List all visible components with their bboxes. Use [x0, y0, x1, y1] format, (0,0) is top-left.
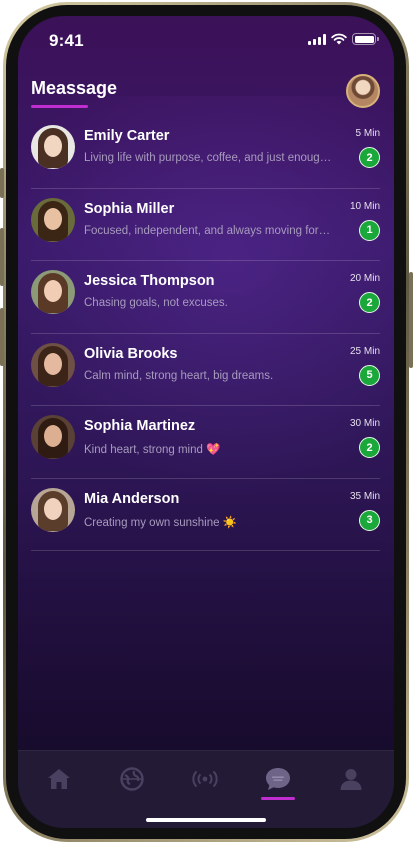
contact-name: Emily Carter	[84, 128, 170, 144]
contact-name: Sophia Martinez	[84, 418, 196, 434]
avatar	[31, 342, 75, 387]
message-preview: Kind heart, strong mind 💖	[84, 444, 221, 456]
message-item-emily-carter[interactable]: Emily Carter Living life with purpose, c…	[31, 116, 380, 189]
cellular-signal-icon	[308, 33, 326, 45]
avatar	[31, 197, 75, 242]
message-list: Emily Carter Living life with purpose, c…	[31, 116, 380, 551]
message-preview: Living life with purpose, coffee, and ju…	[84, 152, 334, 164]
message-time: 35 Min	[349, 490, 380, 502]
volume-up-button	[0, 228, 4, 286]
message-preview: Focused, independent, and always moving …	[84, 224, 334, 237]
volume-down-button	[0, 308, 4, 366]
page-title: Meassage	[31, 78, 118, 98]
live-broadcast-icon	[192, 770, 218, 788]
unread-badge: 3	[359, 509, 380, 531]
bottom-nav	[18, 750, 394, 828]
title-underline	[31, 105, 88, 108]
unread-badge: 1	[359, 219, 380, 241]
message-preview: Chasing goals, not excuses.	[84, 297, 228, 309]
contact-name: Olivia Brooks	[84, 345, 178, 362]
message-time: 5 Min	[355, 128, 380, 139]
message-time: 20 Min	[349, 273, 380, 284]
avatar	[31, 487, 75, 532]
globe-icon	[120, 767, 144, 791]
status-bar: 9:41	[18, 16, 394, 64]
message-item-mia-anderson[interactable]: Mia Anderson Creating my own sunshine ☀️…	[31, 479, 380, 551]
app-screen: 9:41 Meassage Emily Carter Living life w…	[18, 16, 394, 828]
message-time: 25 Min	[349, 345, 380, 357]
nav-home[interactable]	[43, 765, 75, 793]
nav-messages[interactable]	[262, 765, 294, 793]
unread-badge: 2	[359, 147, 380, 168]
avatar	[31, 125, 75, 169]
avatar	[31, 415, 75, 459]
chat-bubble-icon	[266, 768, 290, 790]
message-item-sophia-miller[interactable]: Sophia Miller Focused, independent, and …	[31, 189, 380, 261]
power-button	[409, 272, 413, 368]
nav-active-indicator	[261, 797, 295, 800]
unread-badge: 2	[359, 292, 380, 313]
action-button	[0, 168, 4, 198]
home-indicator[interactable]	[146, 818, 266, 822]
contact-name: Sophia Miller	[84, 200, 175, 217]
home-icon	[48, 769, 70, 789]
nav-live[interactable]	[189, 765, 221, 793]
message-time: 10 Min	[349, 200, 380, 212]
contact-name: Mia Anderson	[84, 490, 180, 507]
message-item-sophia-martinez[interactable]: Sophia Martinez Kind heart, strong mind …	[31, 406, 380, 479]
unread-badge: 5	[359, 364, 380, 386]
profile-icon	[340, 769, 362, 790]
message-preview: Creating my own sunshine ☀️	[84, 516, 238, 529]
message-time: 30 Min	[349, 418, 380, 429]
message-preview: Calm mind, strong heart, big dreams.	[84, 369, 274, 382]
avatar	[31, 270, 75, 314]
user-avatar[interactable]	[346, 74, 380, 108]
battery-icon	[352, 33, 379, 45]
nav-profile[interactable]	[335, 765, 367, 793]
header: Meassage	[18, 64, 394, 124]
message-item-olivia-brooks[interactable]: Olivia Brooks Calm mind, strong heart, b…	[31, 334, 380, 406]
wifi-icon	[331, 33, 347, 45]
unread-badge: 2	[359, 437, 380, 458]
status-time: 9:41	[49, 31, 84, 50]
status-icons	[308, 33, 379, 45]
contact-name: Jessica Thompson	[84, 273, 215, 289]
message-item-jessica-thompson[interactable]: Jessica Thompson Chasing goals, not excu…	[31, 261, 380, 334]
nav-explore[interactable]	[116, 765, 148, 793]
